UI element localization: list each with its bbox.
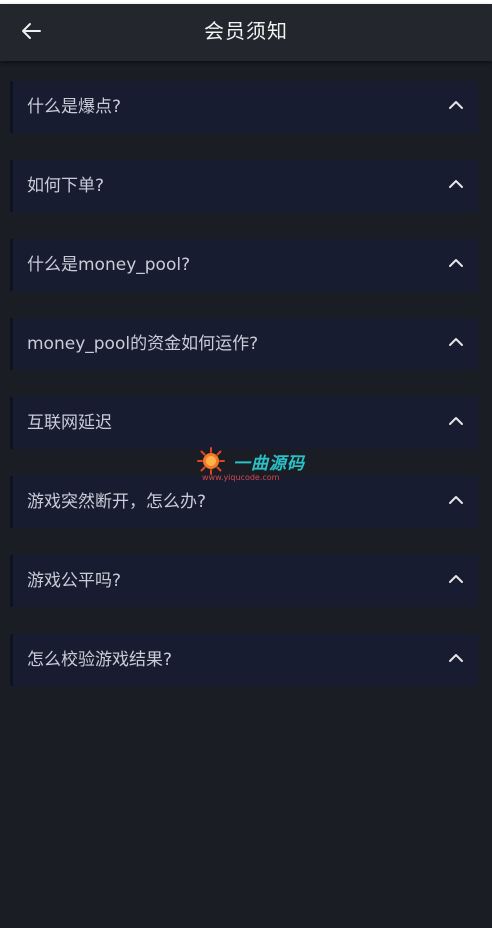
chevron-up-icon[interactable] [446,490,466,510]
page-title: 会员须知 [204,19,288,43]
faq-question: 如何下单? [27,176,105,196]
faq-question: 怎么校验游戏结果? [27,650,173,670]
faq-item[interactable]: 什么是爆点? [10,81,478,133]
faq-question: 游戏公平吗? [27,571,122,591]
chevron-up-icon[interactable] [446,411,466,431]
faq-question: 游戏突然断开，怎么办? [27,492,207,512]
faq-question: 什么是爆点? [27,97,122,117]
watermark: 一曲源码 www.yiqucode.com [197,447,304,487]
watermark-logo-icon [197,447,225,475]
watermark-title: 一曲源码 [233,454,305,474]
chevron-up-icon[interactable] [446,253,466,273]
faq-item[interactable]: 什么是money_pool? [10,239,478,291]
faq-question: 互联网延迟 [27,413,112,433]
faq-item[interactable]: 互联网延迟 [10,397,478,449]
faq-item[interactable]: 如何下单? [10,160,478,212]
chevron-up-icon[interactable] [446,174,466,194]
watermark-url: www.yiqucode.com [202,473,280,482]
faq-item[interactable]: 怎么校验游戏结果? [10,634,478,686]
chevron-up-icon[interactable] [446,569,466,589]
app-header: 会员须知 [0,4,492,61]
chevron-up-icon[interactable] [446,648,466,668]
faq-item[interactable]: money_pool的资金如何运作? [10,318,478,370]
faq-item[interactable]: 游戏公平吗? [10,555,478,607]
chevron-up-icon[interactable] [446,332,466,352]
faq-question: money_pool的资金如何运作? [27,334,259,354]
faq-question: 什么是money_pool? [27,255,191,275]
chevron-up-icon[interactable] [446,95,466,115]
